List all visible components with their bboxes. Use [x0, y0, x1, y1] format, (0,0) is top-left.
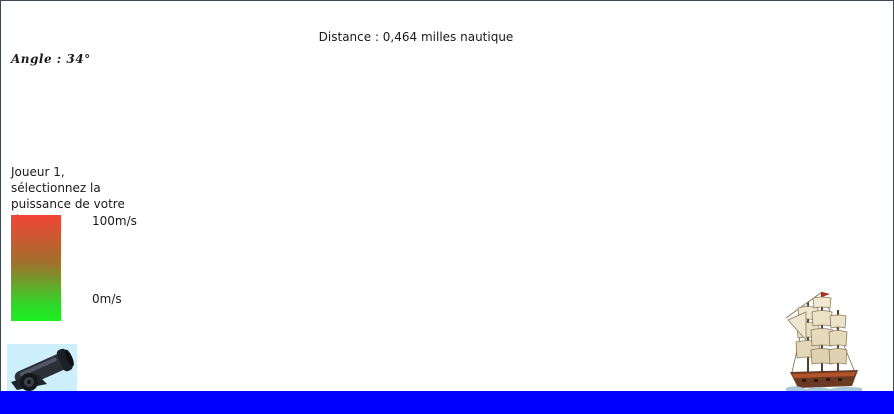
sea-water	[0, 391, 894, 414]
sailing-ship-icon	[784, 288, 864, 392]
angle-readout: Angle : 34°	[11, 52, 91, 66]
cannon-icon[interactable]	[7, 344, 77, 392]
distance-readout: Distance : 0,464 milles nautique	[318, 30, 514, 44]
power-gauge[interactable]	[11, 215, 61, 321]
power-max-label: 100m/s	[92, 214, 137, 228]
power-min-label: 0m/s	[92, 292, 122, 306]
